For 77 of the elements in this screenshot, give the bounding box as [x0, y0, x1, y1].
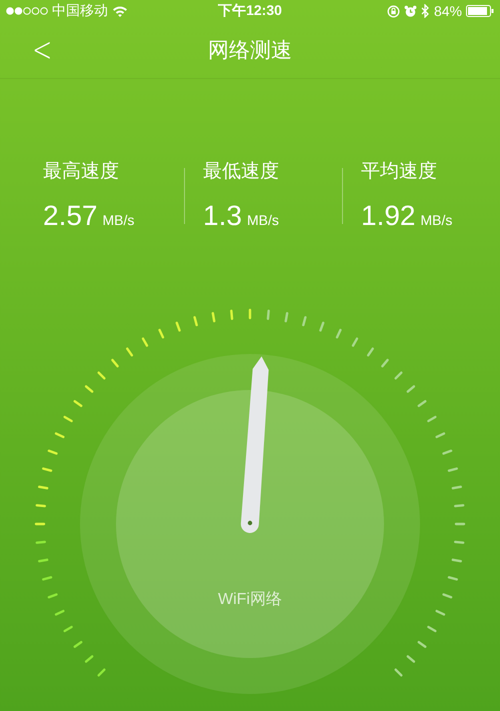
gauge-tick — [427, 416, 437, 422]
gauge-tick — [454, 522, 466, 526]
gauge-tick — [230, 310, 234, 320]
gauge-tick — [176, 322, 181, 332]
battery-percent: 84% — [434, 3, 462, 19]
gauge-tick — [406, 385, 416, 393]
gauge-tick — [158, 328, 164, 338]
gauge-tick — [42, 467, 52, 472]
gauge-tick — [336, 328, 342, 338]
gauge-tick — [448, 576, 458, 581]
gauge-tick — [74, 400, 82, 408]
battery-icon — [466, 5, 494, 17]
gauge-tick — [193, 316, 198, 326]
alarm-icon — [404, 4, 417, 18]
gauge-tick — [448, 467, 458, 472]
gauge-tick — [48, 593, 58, 598]
gauge-tick — [34, 522, 46, 526]
gauge-tick — [427, 626, 437, 632]
gauge-tick — [97, 371, 106, 380]
gauge-tick — [84, 385, 94, 393]
stat-unit: MB/s — [246, 212, 279, 228]
stat-label: 最高速度 — [43, 160, 120, 184]
stat-value: 1.92 — [361, 200, 416, 232]
signal-icon — [6, 7, 48, 15]
clock-time: 下午12:30 — [218, 2, 282, 18]
gauge-tick — [452, 486, 462, 490]
network-type-label: WiFi网络 — [218, 591, 282, 608]
gauge-tick — [381, 358, 389, 368]
gauge-tick — [436, 610, 446, 616]
gauge-tick — [452, 558, 462, 562]
gauge-tick — [38, 558, 48, 562]
gauge-tick — [394, 371, 403, 380]
gauge-tick — [111, 358, 119, 368]
gauge-tick — [48, 450, 58, 455]
gauge-tick — [302, 316, 307, 326]
bluetooth-icon — [420, 4, 430, 18]
stat-value: 1.3 — [203, 200, 242, 232]
page-title: 网络测速 — [208, 38, 292, 64]
gauge-tick — [394, 668, 403, 677]
gauge-tick — [63, 626, 73, 632]
gauge-tick — [142, 337, 148, 347]
gauge-tick — [406, 655, 416, 663]
gauge-tick — [42, 576, 52, 581]
gauge-tick — [418, 640, 426, 648]
stat-label: 最低速度 — [203, 160, 280, 184]
stat-label: 平均速度 — [361, 160, 438, 184]
gauge-tick — [126, 348, 134, 356]
gauge-tick — [97, 668, 106, 677]
gauge-tick — [454, 504, 464, 508]
needle-pivot — [248, 520, 252, 526]
stat-unit: MB/s — [102, 212, 134, 228]
gauge-tick — [63, 416, 73, 422]
gauge-tick — [84, 655, 94, 663]
gauge-tick — [319, 322, 324, 332]
rotation-lock-icon — [386, 4, 400, 18]
gauge-tick — [352, 337, 358, 347]
stat-value: 2.57 — [43, 200, 98, 232]
gauge-tick — [38, 486, 48, 490]
gauge-tick — [366, 348, 374, 356]
gauge-tick — [54, 432, 64, 438]
gauge-tick — [212, 312, 216, 322]
stat-unit: MB/s — [420, 212, 452, 228]
carrier-name: 中国移动 — [52, 2, 108, 20]
gauge-tick — [54, 610, 64, 616]
gauge-tick — [36, 540, 46, 544]
gauge-tick — [418, 400, 426, 408]
back-button[interactable]: < — [28, 32, 56, 68]
gauge-tick — [454, 540, 464, 544]
gauge-tick — [436, 432, 446, 438]
gauge-tick — [284, 312, 288, 322]
gauge-tick — [74, 640, 82, 648]
gauge-tick — [442, 450, 452, 455]
gauge-tick — [442, 593, 452, 598]
gauge-tick — [266, 310, 270, 320]
gauge-tick — [248, 308, 252, 320]
wifi-icon — [112, 5, 128, 17]
gauge-tick — [36, 504, 46, 508]
